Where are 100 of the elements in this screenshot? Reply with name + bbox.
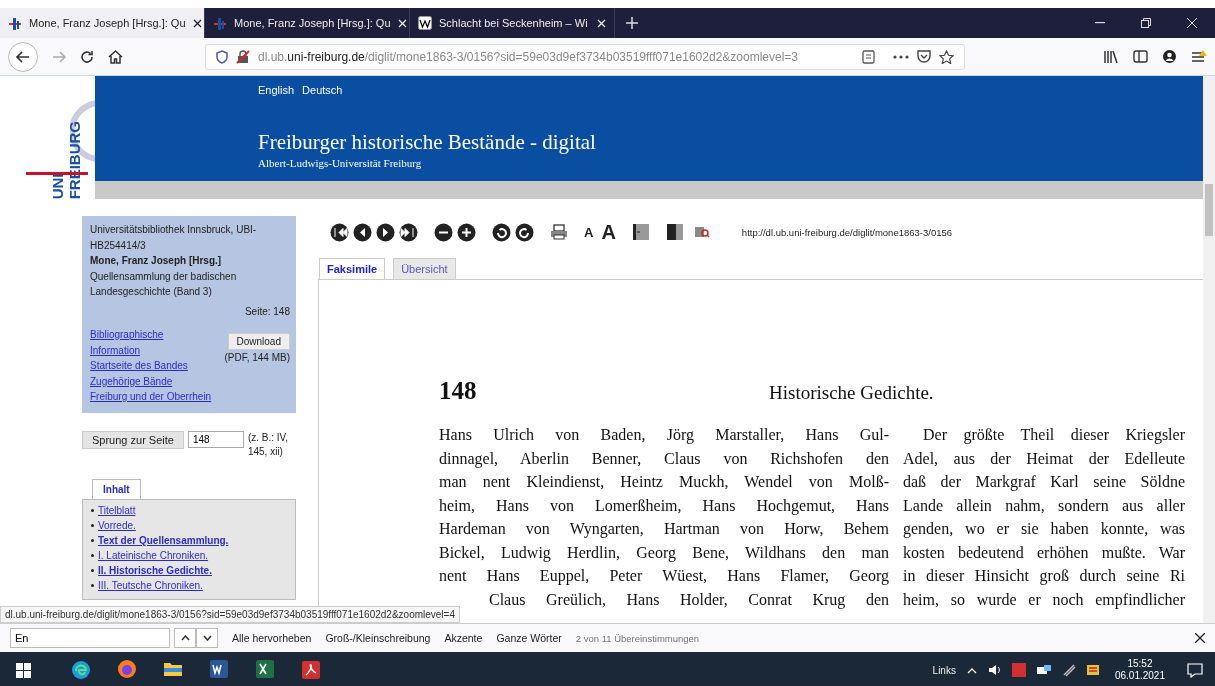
pocket-icon[interactable] (917, 50, 931, 63)
text-line: in dieser Hinsicht groß durch seine Ri (903, 566, 1185, 587)
text-line: genden, wo er sie haben konnte, was (903, 519, 1185, 540)
collapse-panel-icon[interactable] (631, 223, 650, 241)
network-icon[interactable] (1035, 664, 1052, 676)
viewer-tab[interactable]: Übersicht (393, 258, 456, 279)
previous-match-button[interactable] (174, 628, 196, 648)
running-head: Historische Gedichte. (769, 382, 934, 404)
status-url: dl.ub.uni-freiburg.de/diglit/mone1863-3/0156?sid=59e03d9ef3734b03519fff071e1602d2&zoomlevel=4 (0, 606, 460, 623)
first-page-icon[interactable] (330, 222, 349, 242)
zoom-out-icon[interactable] (434, 222, 453, 242)
windows-start-icon[interactable] (15, 662, 31, 678)
find-option[interactable]: Ganze Wörter (496, 632, 562, 644)
page-hint: (z. B.: IV, 145, xii) (247, 430, 290, 459)
browser-tab[interactable]: Mone, Franz Joseph [Hrsg.]: Qu (0, 8, 205, 38)
speaker-icon[interactable] (987, 664, 1002, 676)
star-icon[interactable] (939, 49, 954, 64)
find-field[interactable]: En (10, 628, 170, 648)
search-icon[interactable] (693, 225, 710, 239)
account-icon[interactable] (1162, 49, 1177, 64)
clock[interactable]: 15:52 06.01.2021 (1114, 658, 1165, 682)
last-page-icon[interactable] (399, 222, 418, 242)
previous-icon[interactable] (353, 222, 372, 242)
bars-icon (8, 16, 22, 30)
minimize-icon[interactable] (1095, 22, 1105, 24)
sidebar-link[interactable]: Freiburg und der Oberrhein (90, 389, 212, 405)
text-line: nent Hans Euppel, Peter Wüest, Hans Flamer, Georg (439, 566, 889, 587)
reader-view-icon[interactable] (862, 49, 875, 64)
jump-button[interactable]: Sprung zur Seite (82, 430, 184, 449)
shield-icon (216, 49, 228, 64)
language-link[interactable]: English (258, 84, 295, 96)
language-link[interactable]: Deutsch (302, 84, 343, 96)
contents-link[interactable]: III. Teutsche Chroniken. (98, 577, 203, 593)
chevron-down-icon (202, 635, 212, 641)
next-icon[interactable] (376, 222, 395, 242)
toolbar-label[interactable]: Links (932, 664, 956, 676)
permalink[interactable]: http://dl.ub.uni-freiburg.de/diglit/mone1863-3/0156 (741, 226, 953, 238)
find-option[interactable]: Alle hervorheben (232, 632, 312, 644)
text-line: heim, Hans von Lomerßheim, Hans Hochgemut, Hans (439, 495, 889, 517)
contents-link[interactable]: Text der Quellensammlung. (98, 532, 229, 548)
contents-link[interactable]: Vorrede. (98, 517, 136, 533)
new-tab-icon[interactable] (625, 16, 639, 30)
folder-icon[interactable] (163, 661, 183, 677)
text-line: Hardeman von Wyngarten, Hartman von Horw, Behem (439, 519, 889, 540)
sidebar-link[interactable]: Startseite des Bandes (90, 358, 212, 374)
site-subtitle: Albert-Ludwigs-Universität Freiburg (258, 157, 423, 169)
text-line: heim, so wurde er noch empfindlicher (903, 589, 1185, 611)
sidebar-link[interactable]: Bibliographische Information (90, 327, 180, 358)
more-icon[interactable] (893, 54, 909, 59)
chevron-up-icon[interactable] (966, 666, 977, 674)
text-line: Adel, aus der Heimat der Edelleute (903, 448, 1185, 469)
rotate-left-icon[interactable] (492, 222, 511, 242)
text-line: Bickel, Ludwig Herdlin, Georg Bene, Wildhans den man (439, 542, 889, 564)
chevron-up-icon (180, 635, 190, 641)
match-count: 2 von 11 Übereinstimmungen (575, 632, 700, 644)
url-text: dl.ub.uni-freiburg.de/diglit/mone1863-3/0156?sid=59e03d9ef3734b03519fff071e1602d2&zoomlevel=3 (258, 49, 799, 64)
site-title: Freiburger historische Bestände - digital (258, 130, 597, 155)
download-note: (PDF, 144 MB) (224, 351, 290, 365)
sidebar-icon[interactable] (1133, 50, 1148, 63)
author-text: Mone, Franz Joseph [Hrsg.] (90, 254, 223, 268)
print-icon[interactable] (550, 224, 568, 240)
pdf-reader-icon[interactable] (302, 661, 320, 679)
menu-icon[interactable] (1191, 49, 1207, 64)
text-line: dinnagel, Aberlin Benner, Claus von Richshofen den (439, 448, 889, 470)
restore-icon[interactable] (1141, 18, 1151, 28)
next-match-button[interactable] (196, 628, 218, 648)
scrollbar[interactable] (1203, 76, 1215, 623)
library-icon[interactable] (1103, 49, 1119, 64)
contents-link[interactable]: I. Lateinische Chroniken. (98, 547, 209, 563)
close-icon[interactable] (1195, 633, 1205, 643)
close-icon[interactable] (192, 18, 202, 28)
keyboard-icon[interactable] (1085, 663, 1100, 677)
pen-icon[interactable] (1061, 663, 1076, 677)
university-logo[interactable]: UNI FREIBURG (0, 76, 95, 199)
text-line: daß der Markgraf Karl seine Söldne (903, 472, 1185, 493)
zoom-in-icon[interactable] (457, 222, 476, 242)
home-icon[interactable] (108, 49, 123, 64)
notification-icon[interactable] (1187, 662, 1203, 678)
page-label: Seite: 148 (243, 304, 290, 319)
find-option[interactable]: Akzente (444, 632, 483, 644)
contents-link[interactable]: II. Historische Gedichte. (98, 562, 212, 578)
text-line: kosten bedeutend erhöhen mußte. War (903, 542, 1185, 563)
sidebar-link[interactable]: Zugehörige Bände (90, 373, 212, 389)
bars-icon (213, 16, 227, 30)
download-button[interactable]: Download (227, 333, 290, 350)
library-text: Universitätsbibliothek Innsbruck, UBI-HB254414/3 (90, 223, 258, 253)
rotate-right-icon[interactable] (515, 222, 534, 242)
reload-icon[interactable] (80, 49, 94, 64)
font-smaller-button[interactable]: A (584, 224, 594, 240)
text-line: Claus Greülich, Hans Holder, Conrat Krug den (488, 589, 889, 611)
page-input[interactable]: 148 (187, 430, 244, 448)
font-larger-button[interactable]: A (601, 220, 616, 244)
viewer-tab[interactable]: Faksimile (319, 258, 386, 279)
address-bar[interactable]: dl.ub.uni-freiburg.de/diglit/mone1863-3/0156?sid=59e03d9ef3734b03519fff071e1602d2&zoomlevel=3 (205, 43, 965, 70)
back-button[interactable] (8, 41, 38, 72)
contents-link[interactable]: Titelblatt (98, 502, 136, 518)
expand-panel-icon[interactable] (665, 223, 684, 241)
contents-tab[interactable]: Inhalt (92, 478, 141, 499)
text-line: man nent Kleindienst, Heintz Muckh, Wendel von Molß- (439, 472, 889, 492)
find-option[interactable]: Groß-/Kleinschreibung (325, 632, 431, 644)
